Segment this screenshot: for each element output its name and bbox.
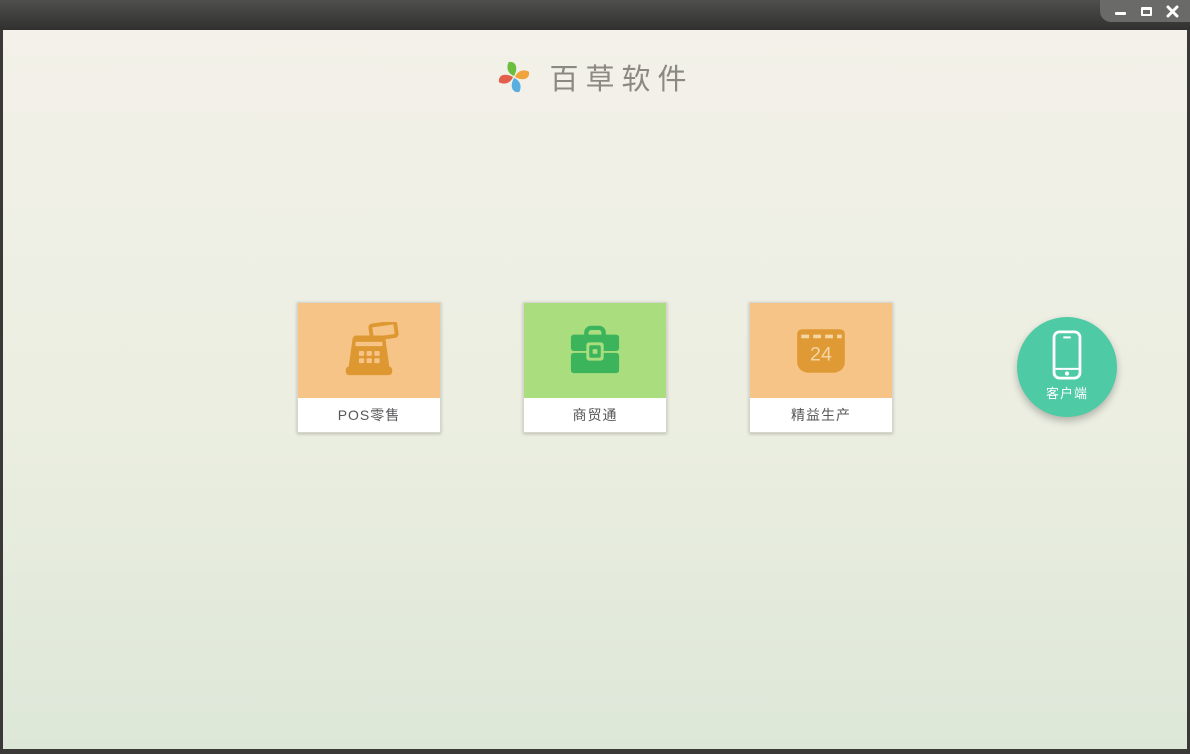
briefcase-icon	[570, 325, 620, 373]
maximize-icon[interactable]	[1136, 2, 1156, 20]
pinwheel-logo-icon	[499, 61, 530, 93]
app-header: 百草软件	[3, 30, 1187, 98]
minimize-icon[interactable]	[1110, 2, 1130, 20]
close-icon[interactable]	[1162, 2, 1182, 20]
app-title: 百草软件	[549, 62, 694, 96]
window-controls	[1100, 0, 1190, 22]
client-button[interactable]: 客户端	[1017, 317, 1117, 417]
title-bar[interactable]	[0, 0, 1190, 30]
product-tile: 24	[750, 303, 892, 398]
product-tile	[524, 303, 666, 398]
app-window: 百草软件 POS零售 商贸通 24 精益生产 客户端	[0, 0, 1190, 754]
client-button-label: 客户端	[1045, 386, 1088, 401]
product-card-lean[interactable]: 24 精益生产	[749, 302, 893, 433]
main-content: 百草软件 POS零售 商贸通 24 精益生产 客户端	[3, 30, 1187, 749]
minimize-glyph	[1114, 12, 1126, 15]
product-label: 商贸通	[572, 407, 618, 423]
product-card-trade[interactable]: 商贸通	[523, 302, 667, 433]
calendar-icon: 24	[797, 328, 845, 373]
product-label: POS零售	[337, 407, 401, 423]
product-card-pos[interactable]: POS零售	[297, 302, 441, 433]
maximize-glyph	[1140, 6, 1152, 16]
smartphone-icon	[1052, 330, 1082, 380]
close-glyph	[1166, 5, 1178, 17]
cash-register-icon	[345, 321, 399, 375]
calendar-day-number: 24	[810, 343, 832, 365]
product-label: 精益生产	[791, 407, 851, 423]
product-tile	[298, 303, 440, 398]
